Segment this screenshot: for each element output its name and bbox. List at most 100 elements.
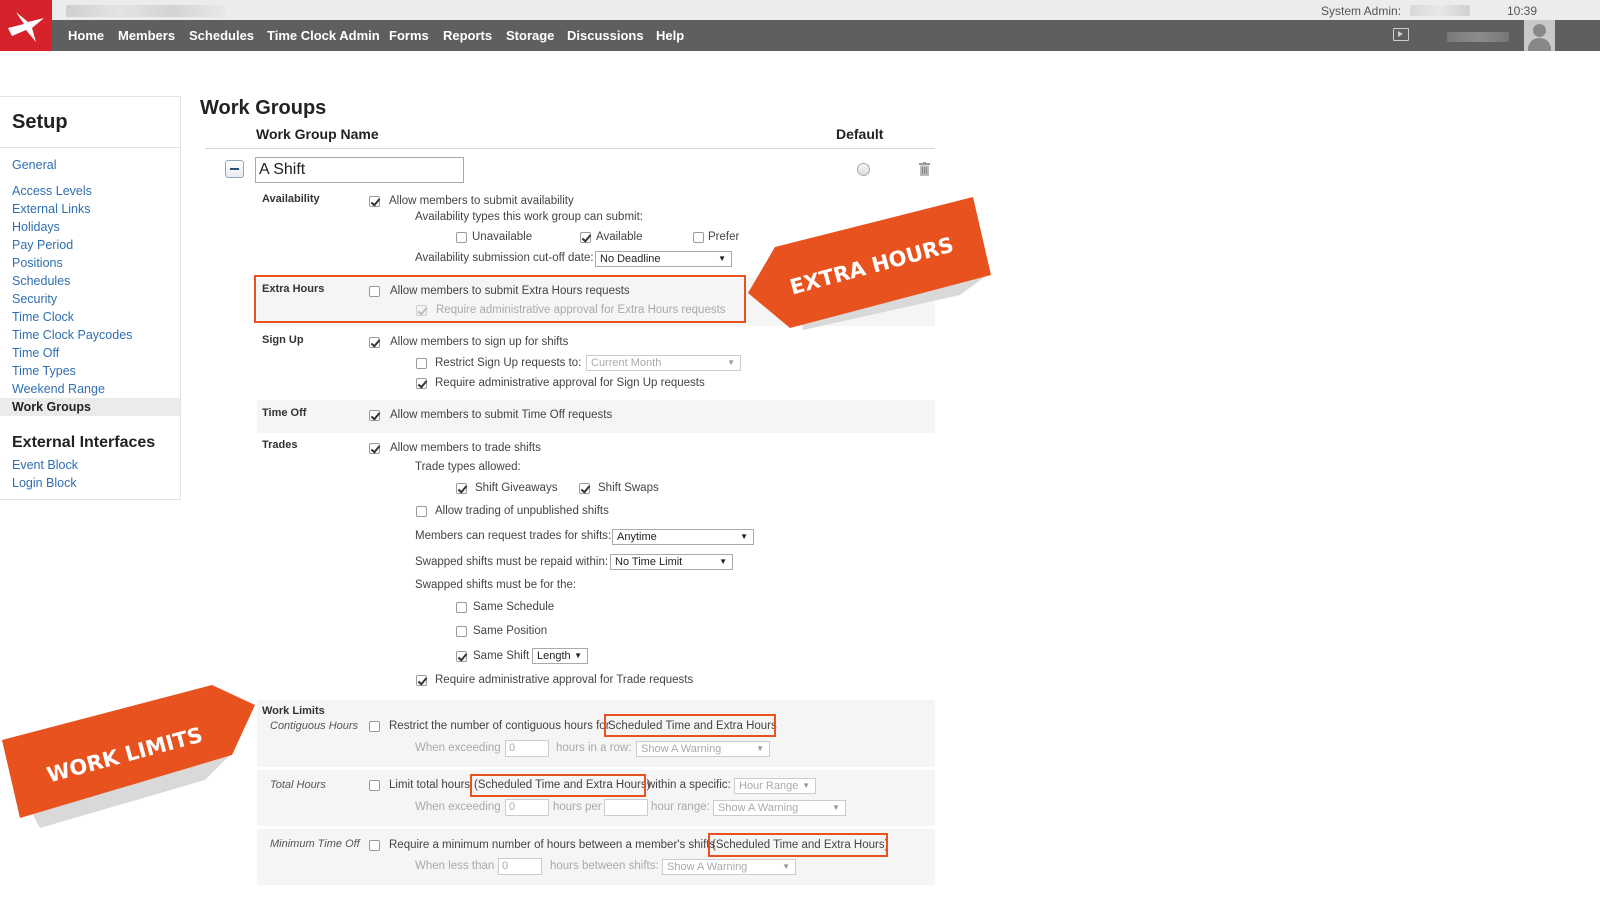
shift-swaps-checkbox[interactable] <box>579 483 590 494</box>
sidebar-item-time-clock[interactable]: Time Clock <box>12 310 74 324</box>
total-action-select[interactable]: Show A Warning <box>713 800 846 816</box>
sign-up-approval-checkbox[interactable] <box>416 378 427 389</box>
sidebar-item-time-types[interactable]: Time Types <box>12 364 76 378</box>
trades-allow-text: Allow members to trade shifts <box>390 442 541 454</box>
nav-reports[interactable]: Reports <box>443 28 492 43</box>
total-hours-input[interactable]: 0 <box>505 799 549 816</box>
contiguous-scope-highlight <box>604 714 776 737</box>
nav-discussions[interactable]: Discussions <box>567 28 644 43</box>
contiguous-hours-checkbox[interactable] <box>369 721 380 732</box>
page-title: Work Groups <box>200 97 327 119</box>
same-schedule-checkbox[interactable] <box>456 602 467 613</box>
available-label: Available <box>596 231 643 243</box>
trade-approval-text: Require administrative approval for Trad… <box>435 674 694 686</box>
time-off-label: Time Off <box>262 407 307 419</box>
trade-when-select[interactable]: Anytime <box>612 529 754 545</box>
available-checkbox[interactable] <box>580 232 591 243</box>
work-group-name-input[interactable] <box>255 157 464 183</box>
sidebar-item-time-off[interactable]: Time Off <box>12 346 59 360</box>
sidebar-item-login-block[interactable]: Login Block <box>12 476 77 490</box>
prefer-checkbox[interactable] <box>693 232 704 243</box>
restrict-sign-up-checkbox[interactable] <box>416 358 427 369</box>
nav-storage[interactable]: Storage <box>506 28 554 43</box>
setup-sidebar: Setup General Access Levels External Lin… <box>0 96 181 500</box>
total-range-input[interactable] <box>604 799 648 816</box>
sidebar-item-positions[interactable]: Positions <box>12 256 63 270</box>
unpublished-trades-text: Allow trading of unpublished shifts <box>435 505 609 517</box>
sidebar-item-event-block[interactable]: Event Block <box>12 458 78 472</box>
nav-members[interactable]: Members <box>118 28 175 43</box>
user-name-redacted[interactable] <box>1447 32 1509 42</box>
trade-approval-checkbox[interactable] <box>416 675 427 686</box>
app-logo[interactable] <box>0 0 52 51</box>
total-scope-highlight <box>470 774 646 797</box>
avatar-body-icon <box>1528 38 1551 51</box>
minimum-action-select[interactable]: Show A Warning <box>662 859 796 875</box>
main-nav: Home Members Schedules Time Clock Admin … <box>52 20 1600 51</box>
same-position-label: Same Position <box>473 625 548 637</box>
work-limits-label: Work Limits <box>262 705 325 717</box>
minimum-time-off-checkbox[interactable] <box>369 840 380 851</box>
shift-giveaways-label: Shift Giveaways <box>475 482 558 494</box>
availability-checkbox[interactable] <box>369 196 380 207</box>
minimum-hours-input[interactable]: 0 <box>498 858 542 875</box>
swapped-for-label: Swapped shifts must be for the: <box>415 579 577 591</box>
sign-up-checkbox[interactable] <box>369 337 380 348</box>
unavailable-checkbox[interactable] <box>456 232 467 243</box>
sign-up-approval-text: Require administrative approval for Sign… <box>435 377 705 389</box>
minimum-scope-highlight <box>708 833 888 857</box>
nav-home[interactable]: Home <box>68 28 104 43</box>
trade-when-label: Members can request trades for shifts: <box>415 530 612 542</box>
contiguous-action-select[interactable]: Show A Warning <box>636 741 770 757</box>
default-radio[interactable] <box>857 163 870 176</box>
trash-icon[interactable] <box>919 162 930 176</box>
sidebar-item-time-clock-paycodes[interactable]: Time Clock Paycodes <box>12 328 132 342</box>
clock: 10:39 <box>1507 4 1538 18</box>
user-avatar[interactable] <box>1524 20 1555 51</box>
cutoff-label: Availability submission cut-off date: <box>415 252 594 264</box>
sign-up-allow-text: Allow members to sign up for shifts <box>390 336 569 348</box>
shift-giveaways-checkbox[interactable] <box>456 483 467 494</box>
sidebar-divider <box>0 147 180 148</box>
sidebar-item-pay-period[interactable]: Pay Period <box>12 238 73 252</box>
system-admin-name-redacted <box>1410 5 1470 16</box>
total-range-select[interactable]: Hour Range <box>734 778 816 794</box>
same-shift-select[interactable]: Length <box>532 648 588 664</box>
minimum-time-off-text: Require a minimum number of hours betwee… <box>389 839 716 851</box>
collapse-button[interactable] <box>225 160 244 178</box>
sidebar-item-holidays[interactable]: Holidays <box>12 220 60 234</box>
same-shift-checkbox[interactable] <box>456 651 467 662</box>
column-header-default: Default <box>836 126 884 142</box>
sidebar-item-weekend-range[interactable]: Weekend Range <box>12 382 105 396</box>
sidebar-section-external-interfaces: External Interfaces <box>12 434 156 451</box>
screen-share-icon[interactable] <box>1393 28 1409 41</box>
sidebar-item-security[interactable]: Security <box>12 292 57 306</box>
nav-forms[interactable]: Forms <box>389 28 429 43</box>
time-off-checkbox[interactable] <box>369 410 380 421</box>
sidebar-item-access-levels[interactable]: Access Levels <box>12 184 92 198</box>
unpublished-trades-checkbox[interactable] <box>416 506 427 517</box>
availability-allow-text: Allow members to submit availability <box>389 195 574 207</box>
cutoff-select[interactable]: No Deadline <box>595 251 732 267</box>
work-limits-banner: WORK LIMITS <box>2 685 255 828</box>
nav-help[interactable]: Help <box>656 28 684 43</box>
total-hours-checkbox[interactable] <box>369 780 380 791</box>
restrict-sign-up-select[interactable]: Current Month <box>586 355 741 371</box>
minimum-less-label: When less than <box>415 860 495 872</box>
same-shift-label: Same Shift <box>473 650 530 662</box>
sidebar-item-label: Work Groups <box>12 400 91 414</box>
sidebar-item-work-groups[interactable]: Work Groups <box>0 398 180 416</box>
nav-schedules[interactable]: Schedules <box>189 28 254 43</box>
same-position-checkbox[interactable] <box>456 626 467 637</box>
sidebar-item-general[interactable]: General <box>12 158 56 172</box>
sidebar-item-external-links[interactable]: External Links <box>12 202 91 216</box>
contiguous-hours-input[interactable]: 0 <box>505 740 549 757</box>
sidebar-item-schedules[interactable]: Schedules <box>12 274 70 288</box>
total-hours-label: Total Hours <box>270 779 326 791</box>
nav-time-clock-admin[interactable]: Time Clock Admin <box>267 28 380 43</box>
restrict-sign-up-text: Restrict Sign Up requests to: <box>435 357 582 369</box>
contiguous-unit-label: hours in a row: <box>556 742 632 754</box>
minimum-between-label: hours between shifts: <box>550 860 659 872</box>
trades-checkbox[interactable] <box>369 443 380 454</box>
repaid-select[interactable]: No Time Limit <box>610 554 733 570</box>
